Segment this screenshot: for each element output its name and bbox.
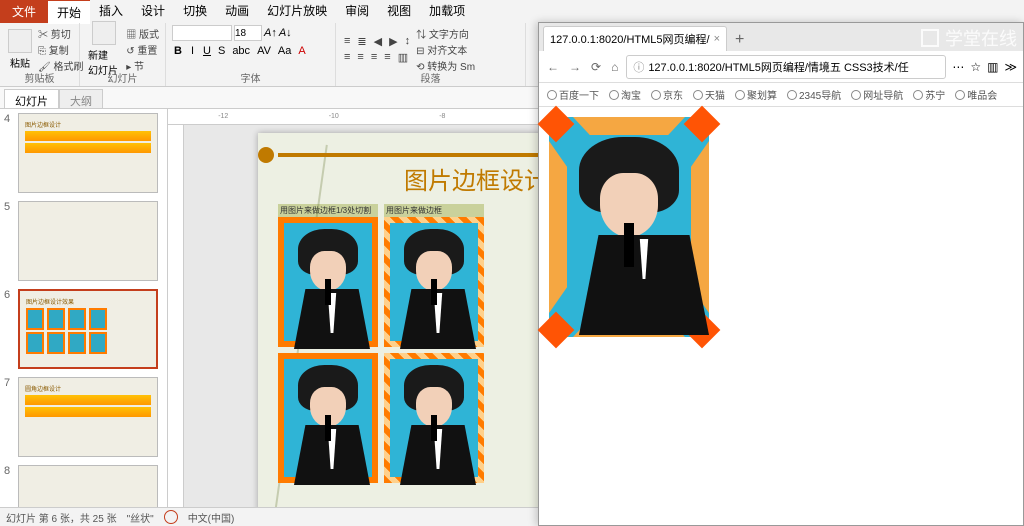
tab-slideshow[interactable]: 幻灯片放映 — [258, 0, 336, 24]
image-card: 用图片来做边框 — [384, 204, 484, 347]
align-center-button[interactable]: ≡ — [355, 50, 365, 65]
italic-button[interactable]: I — [187, 44, 198, 58]
tab-design[interactable]: 设计 — [132, 0, 174, 24]
spacing-button[interactable]: AV — [255, 44, 273, 58]
bookmark-item[interactable]: 淘宝 — [609, 87, 641, 102]
thumb[interactable]: 7圆角边框设计 — [4, 377, 163, 457]
line-spacing-button[interactable]: ↕ — [403, 34, 413, 49]
tab-transitions[interactable]: 切换 — [174, 0, 216, 24]
tab-review[interactable]: 审阅 — [336, 0, 378, 24]
bullets-button[interactable]: ≡ — [342, 34, 352, 49]
reload-button[interactable]: ⟳ — [589, 58, 603, 76]
language-label[interactable]: 中文(中国) — [188, 510, 235, 525]
align-right-button[interactable]: ≡ — [369, 50, 379, 65]
thumb[interactable]: 4图片边框设计 — [4, 113, 163, 193]
browser-window: 127.0.0.1:8020/HTML5网页编程/× + 学堂在线 ← → ⟳ … — [538, 22, 1024, 526]
bold-button[interactable]: B — [172, 44, 184, 58]
bookmark-item[interactable]: 2345导航 — [787, 87, 841, 102]
group-label: 剪贴板 — [0, 70, 79, 85]
close-tab-icon[interactable]: × — [714, 33, 720, 45]
align-text-button[interactable]: ⊟ 对齐文本 — [416, 42, 475, 57]
bookmark-item[interactable]: 聚划算 — [735, 87, 777, 102]
browser-tab[interactable]: 127.0.0.1:8020/HTML5网页编程/× — [543, 26, 727, 51]
grow-font-icon[interactable]: A↑ — [264, 27, 277, 39]
font-family-select[interactable] — [172, 25, 232, 41]
ruler-vertical — [168, 125, 184, 507]
info-icon[interactable]: ⓘ — [633, 59, 644, 75]
thumb[interactable]: 5 — [4, 201, 163, 281]
language-icon[interactable] — [164, 510, 178, 524]
paste-button[interactable]: 粘贴 — [6, 27, 34, 72]
font-size-select[interactable] — [234, 25, 262, 41]
forward-button[interactable]: → — [567, 58, 583, 76]
shadow-button[interactable]: abc — [230, 44, 252, 58]
justify-button[interactable]: ≡ — [382, 50, 392, 65]
sidebar-tab-slides[interactable]: 幻灯片 — [4, 89, 59, 108]
result-image — [549, 117, 709, 337]
sidebar-tab-outline[interactable]: 大纲 — [59, 89, 103, 108]
indent-dec-button[interactable]: ◀ — [372, 34, 384, 49]
extensions-icon[interactable]: ≫ — [1004, 60, 1017, 74]
library-icon[interactable]: ▥ — [987, 60, 998, 74]
underline-button[interactable]: U — [201, 44, 213, 58]
home-button[interactable]: ⌂ — [609, 58, 620, 76]
image-card — [278, 353, 378, 483]
strike-button[interactable]: S — [216, 44, 227, 58]
back-button[interactable]: ← — [545, 58, 561, 76]
group-label: 幻灯片 — [80, 70, 165, 85]
tab-animations[interactable]: 动画 — [216, 0, 258, 24]
new-tab-button[interactable]: + — [727, 29, 752, 51]
layout-button[interactable]: ▦ 版式 — [126, 26, 159, 41]
numbering-button[interactable]: ≣ — [355, 34, 368, 49]
columns-button[interactable]: ▥ — [396, 50, 410, 65]
font-color-button[interactable]: A — [296, 44, 307, 58]
group-label: 字体 — [166, 70, 335, 85]
indent-inc-button[interactable]: ▶ — [387, 34, 399, 49]
group-label: 段落 — [336, 70, 525, 85]
more-icon[interactable]: ⋯ — [952, 60, 964, 74]
title-divider — [278, 153, 548, 157]
watermark: 学堂在线 — [921, 25, 1017, 51]
bookmark-item[interactable]: 天猫 — [693, 87, 725, 102]
page-content — [539, 107, 1023, 347]
tab-addins[interactable]: 加载项 — [420, 0, 474, 24]
align-left-button[interactable]: ≡ — [342, 50, 352, 65]
image-card: 用图片来做边框1/3处切割 — [278, 204, 378, 347]
bookmark-icon[interactable]: ☆ — [970, 60, 981, 74]
file-menu[interactable]: 文件 — [0, 0, 48, 23]
theme-name: "丝状" — [127, 510, 154, 525]
image-card — [384, 353, 484, 483]
thumb-current[interactable]: 6图片边框设计效果 — [4, 289, 163, 369]
bookmarks-bar: 百度一下 淘宝 京东 天猫 聚划算 2345导航 网址导航 苏宁 唯品会 — [539, 83, 1023, 107]
text-direction-button[interactable]: ⇅ 文字方向 — [416, 26, 475, 41]
address-bar[interactable]: ⓘ127.0.0.1:8020/HTML5网页编程/情境五 CSS3技术/任 — [626, 55, 946, 79]
copy-button[interactable]: ⎘ 复制 — [38, 42, 83, 57]
bookmark-item[interactable]: 唯品会 — [955, 87, 997, 102]
shrink-font-icon[interactable]: A↓ — [279, 27, 292, 39]
slide-position: 幻灯片 第 6 张，共 25 张 — [6, 510, 117, 525]
tab-view[interactable]: 视图 — [378, 0, 420, 24]
cut-button[interactable]: ✂ 剪切 — [38, 26, 83, 41]
bookmark-item[interactable]: 京东 — [651, 87, 683, 102]
tab-home[interactable]: 开始 — [48, 0, 90, 24]
bookmark-item[interactable]: 网址导航 — [851, 87, 903, 102]
bookmark-item[interactable]: 苏宁 — [913, 87, 945, 102]
bookmark-item[interactable]: 百度一下 — [547, 87, 599, 102]
thumb[interactable]: 8 — [4, 465, 163, 507]
case-button[interactable]: Aa — [276, 44, 293, 58]
reset-button[interactable]: ↺ 重置 — [126, 42, 159, 57]
slide-canvas[interactable]: 图片边框设计 用图片来做边框1/3处切割 用图片来做边框 — [258, 133, 568, 507]
slide-thumbnails: 4图片边框设计 5 6图片边框设计效果 7圆角边框设计 8 — [0, 109, 168, 507]
